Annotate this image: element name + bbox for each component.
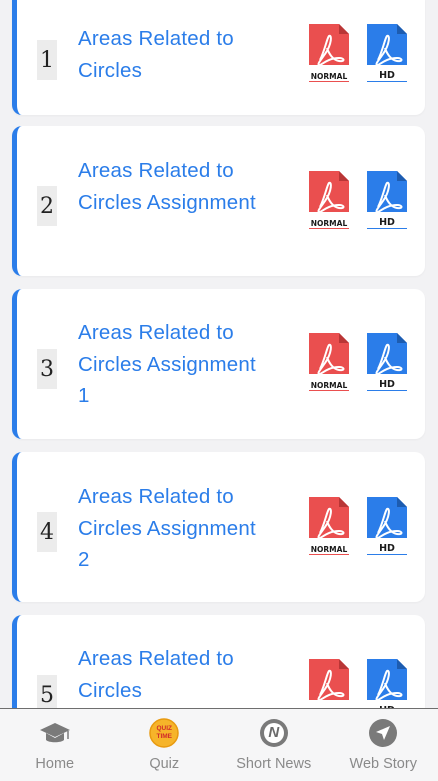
normal-label: NORMAL (310, 381, 348, 390)
item-title[interactable]: Areas Related to Circles Assignment 2 (78, 481, 268, 576)
pdf-icon (307, 659, 351, 708)
item-number: 5 (37, 675, 57, 708)
nav-home[interactable]: Home (0, 709, 110, 781)
item-title[interactable]: Areas Related to Circles (78, 643, 268, 706)
nav-web-story[interactable]: Web Story (329, 709, 438, 781)
item-title[interactable]: Areas Related to Circles (78, 23, 268, 86)
hd-label: HD (379, 543, 395, 554)
nav-home-label: Home (35, 756, 75, 772)
item-number: 3 (37, 349, 57, 389)
nav-web-story-label: Web Story (349, 756, 417, 772)
normal-pdf-button[interactable]: NORMAL (307, 659, 351, 708)
normal-pdf-button[interactable]: NORMAL (307, 497, 351, 557)
hd-label: HD (379, 379, 395, 390)
list-item[interactable]: 4 Areas Related to Circles Assignment 2 … (12, 452, 425, 602)
news-icon-letter: N (268, 724, 280, 741)
item-title[interactable]: Areas Related to Circles Assignment (78, 155, 268, 218)
hd-label: HD (379, 217, 395, 228)
pdf-icon (365, 659, 409, 708)
quiz-icon-text: QUIZ TIME (156, 725, 173, 740)
list-item[interactable]: 5 Areas Related to Circles NORMAL HD (12, 615, 425, 708)
list-item[interactable]: 2 Areas Related to Circles Assignment NO… (12, 126, 425, 276)
normal-pdf-button[interactable]: NORMAL (307, 333, 351, 393)
hd-pdf-button[interactable]: HD (365, 171, 409, 231)
chapter-list: 1 Areas Related to Circles NORMAL HD 2 A… (0, 0, 438, 708)
nav-short-news-label: Short News (236, 756, 312, 772)
quiz-time-icon: QUIZ TIME (148, 717, 180, 749)
item-title[interactable]: Areas Related to Circles Assignment 1 (78, 317, 268, 412)
graduation-cap-icon (39, 717, 71, 749)
item-number: 4 (37, 512, 57, 552)
item-number: 1 (37, 40, 57, 80)
normal-label: NORMAL (310, 72, 348, 81)
list-item[interactable]: 1 Areas Related to Circles NORMAL HD (12, 0, 425, 115)
list-item[interactable]: 3 Areas Related to Circles Assignment 1 … (12, 289, 425, 439)
normal-label: NORMAL (310, 219, 348, 228)
normal-pdf-button[interactable]: NORMAL (307, 171, 351, 231)
nav-short-news[interactable]: N Short News (219, 709, 329, 781)
news-icon: N (258, 717, 290, 749)
hd-label: HD (379, 70, 395, 81)
item-number: 2 (37, 186, 57, 226)
nav-quiz[interactable]: QUIZ TIME Quiz (110, 709, 220, 781)
hd-pdf-button[interactable]: HD (365, 497, 409, 557)
hd-pdf-button[interactable]: HD (365, 659, 409, 708)
web-story-icon (367, 717, 399, 749)
nav-quiz-label: Quiz (149, 756, 180, 772)
hd-pdf-button[interactable]: HD (365, 333, 409, 393)
normal-label: NORMAL (310, 545, 348, 554)
hd-pdf-button[interactable]: HD (365, 24, 409, 84)
normal-pdf-button[interactable]: NORMAL (307, 24, 351, 84)
bottom-navigation: Home QUIZ TIME Quiz N Short News Web Sto… (0, 708, 438, 781)
